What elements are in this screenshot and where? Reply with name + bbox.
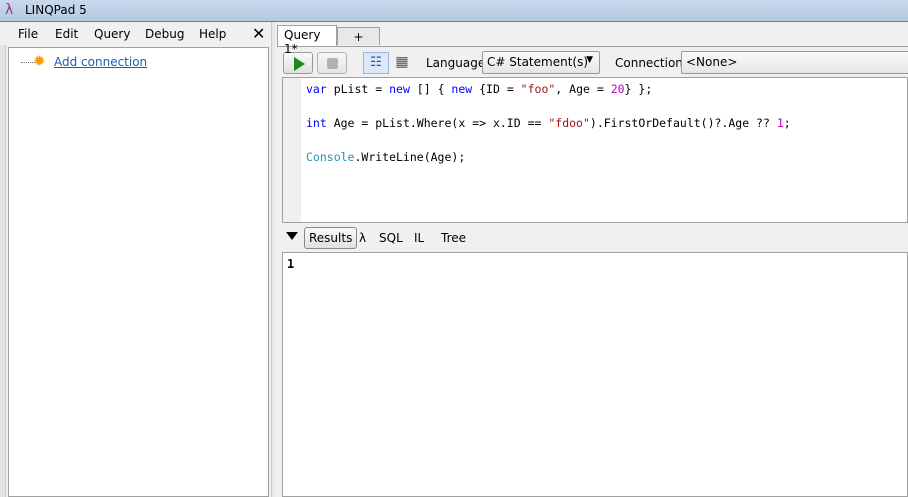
tab-tree[interactable]: Tree [441, 231, 466, 245]
close-panel-button[interactable]: ✕ [252, 24, 265, 43]
sun-icon: ✹ [33, 52, 46, 70]
code-token: } }; [624, 82, 653, 96]
code-token: new [389, 82, 410, 96]
code-token: Console [306, 150, 355, 164]
collapse-triangle-icon[interactable] [286, 232, 298, 240]
chevron-down-icon: ▼ [586, 55, 593, 65]
results-toolbar: Results λ SQL IL Tree [277, 224, 908, 252]
connection-label: Connection [615, 56, 683, 70]
code-token: int [306, 116, 327, 130]
code-line: int Age = pList.Where(x => x.ID == "fdoo… [306, 115, 791, 132]
splitter[interactable] [271, 22, 275, 497]
window-title: LINQPad 5 [25, 3, 87, 17]
menu-bar: File Edit Query Debug Help [0, 23, 272, 45]
menu-debug[interactable]: Debug [145, 27, 184, 41]
left-scroll-strip [0, 45, 6, 497]
menu-help[interactable]: Help [199, 27, 226, 41]
language-label: Language [426, 56, 486, 70]
add-connection-link[interactable]: Add connection [54, 55, 147, 69]
code-token: .WriteLine(Age); [354, 150, 466, 164]
editor-gutter [283, 78, 301, 222]
tab-lambda[interactable]: λ [359, 231, 366, 245]
language-select[interactable]: C# Statement(s) ▼ [482, 51, 600, 74]
tab-sql[interactable]: SQL [379, 231, 403, 245]
title-bar: λ LINQPad 5 [0, 0, 908, 22]
results-grid-icon[interactable]: ▦ [391, 52, 413, 74]
menu-edit[interactable]: Edit [55, 27, 78, 41]
code-editor[interactable]: var pList = new [] { new {ID = "foo", Ag… [282, 77, 908, 223]
results-rich-text-icon[interactable]: ☷ [363, 52, 389, 74]
code-token: Age = pList.Where(x => x.ID == [326, 116, 549, 130]
code-token: ; [783, 116, 791, 130]
result-output: 1 [287, 257, 295, 271]
connection-value: <None> [686, 55, 738, 69]
code-token: var [306, 82, 327, 96]
code-token: [] { [409, 82, 452, 96]
tab-il[interactable]: IL [414, 231, 424, 245]
connection-tree: ✹ Add connection [8, 47, 269, 497]
tab-results[interactable]: Results [304, 227, 358, 249]
code-token: "foo" [520, 82, 556, 96]
code-token: ).FirstOrDefault()?.Age ?? [589, 116, 777, 130]
menu-file[interactable]: File [18, 27, 38, 41]
code-token: pList = [326, 82, 390, 96]
connection-select[interactable]: <None> [681, 51, 908, 74]
language-value: C# Statement(s) [487, 55, 589, 69]
code-line: var pList = new [] { new {ID = "foo", Ag… [306, 81, 791, 98]
code-token: {ID = [472, 82, 521, 96]
code-line: Console.WriteLine(Age); [306, 149, 791, 166]
code-token: new [451, 82, 473, 96]
tab-query-1[interactable]: Query 1* [277, 25, 337, 56]
code-token: "fdoo" [548, 116, 590, 130]
code-token: 20 [610, 82, 625, 96]
query-toolbar: ☷ ▦ Language C# Statement(s) ▼ Connectio… [277, 46, 908, 76]
code-token: 1 [776, 116, 784, 130]
new-tab-button[interactable]: + [337, 27, 380, 45]
linqpad-logo-icon: λ [5, 2, 14, 18]
stop-button[interactable] [317, 52, 347, 74]
code-text[interactable]: var pList = new [] { new {ID = "foo", Ag… [306, 81, 791, 166]
results-panel: 1 [282, 252, 908, 497]
code-token: , Age = [555, 82, 611, 96]
menu-query[interactable]: Query [94, 27, 130, 41]
